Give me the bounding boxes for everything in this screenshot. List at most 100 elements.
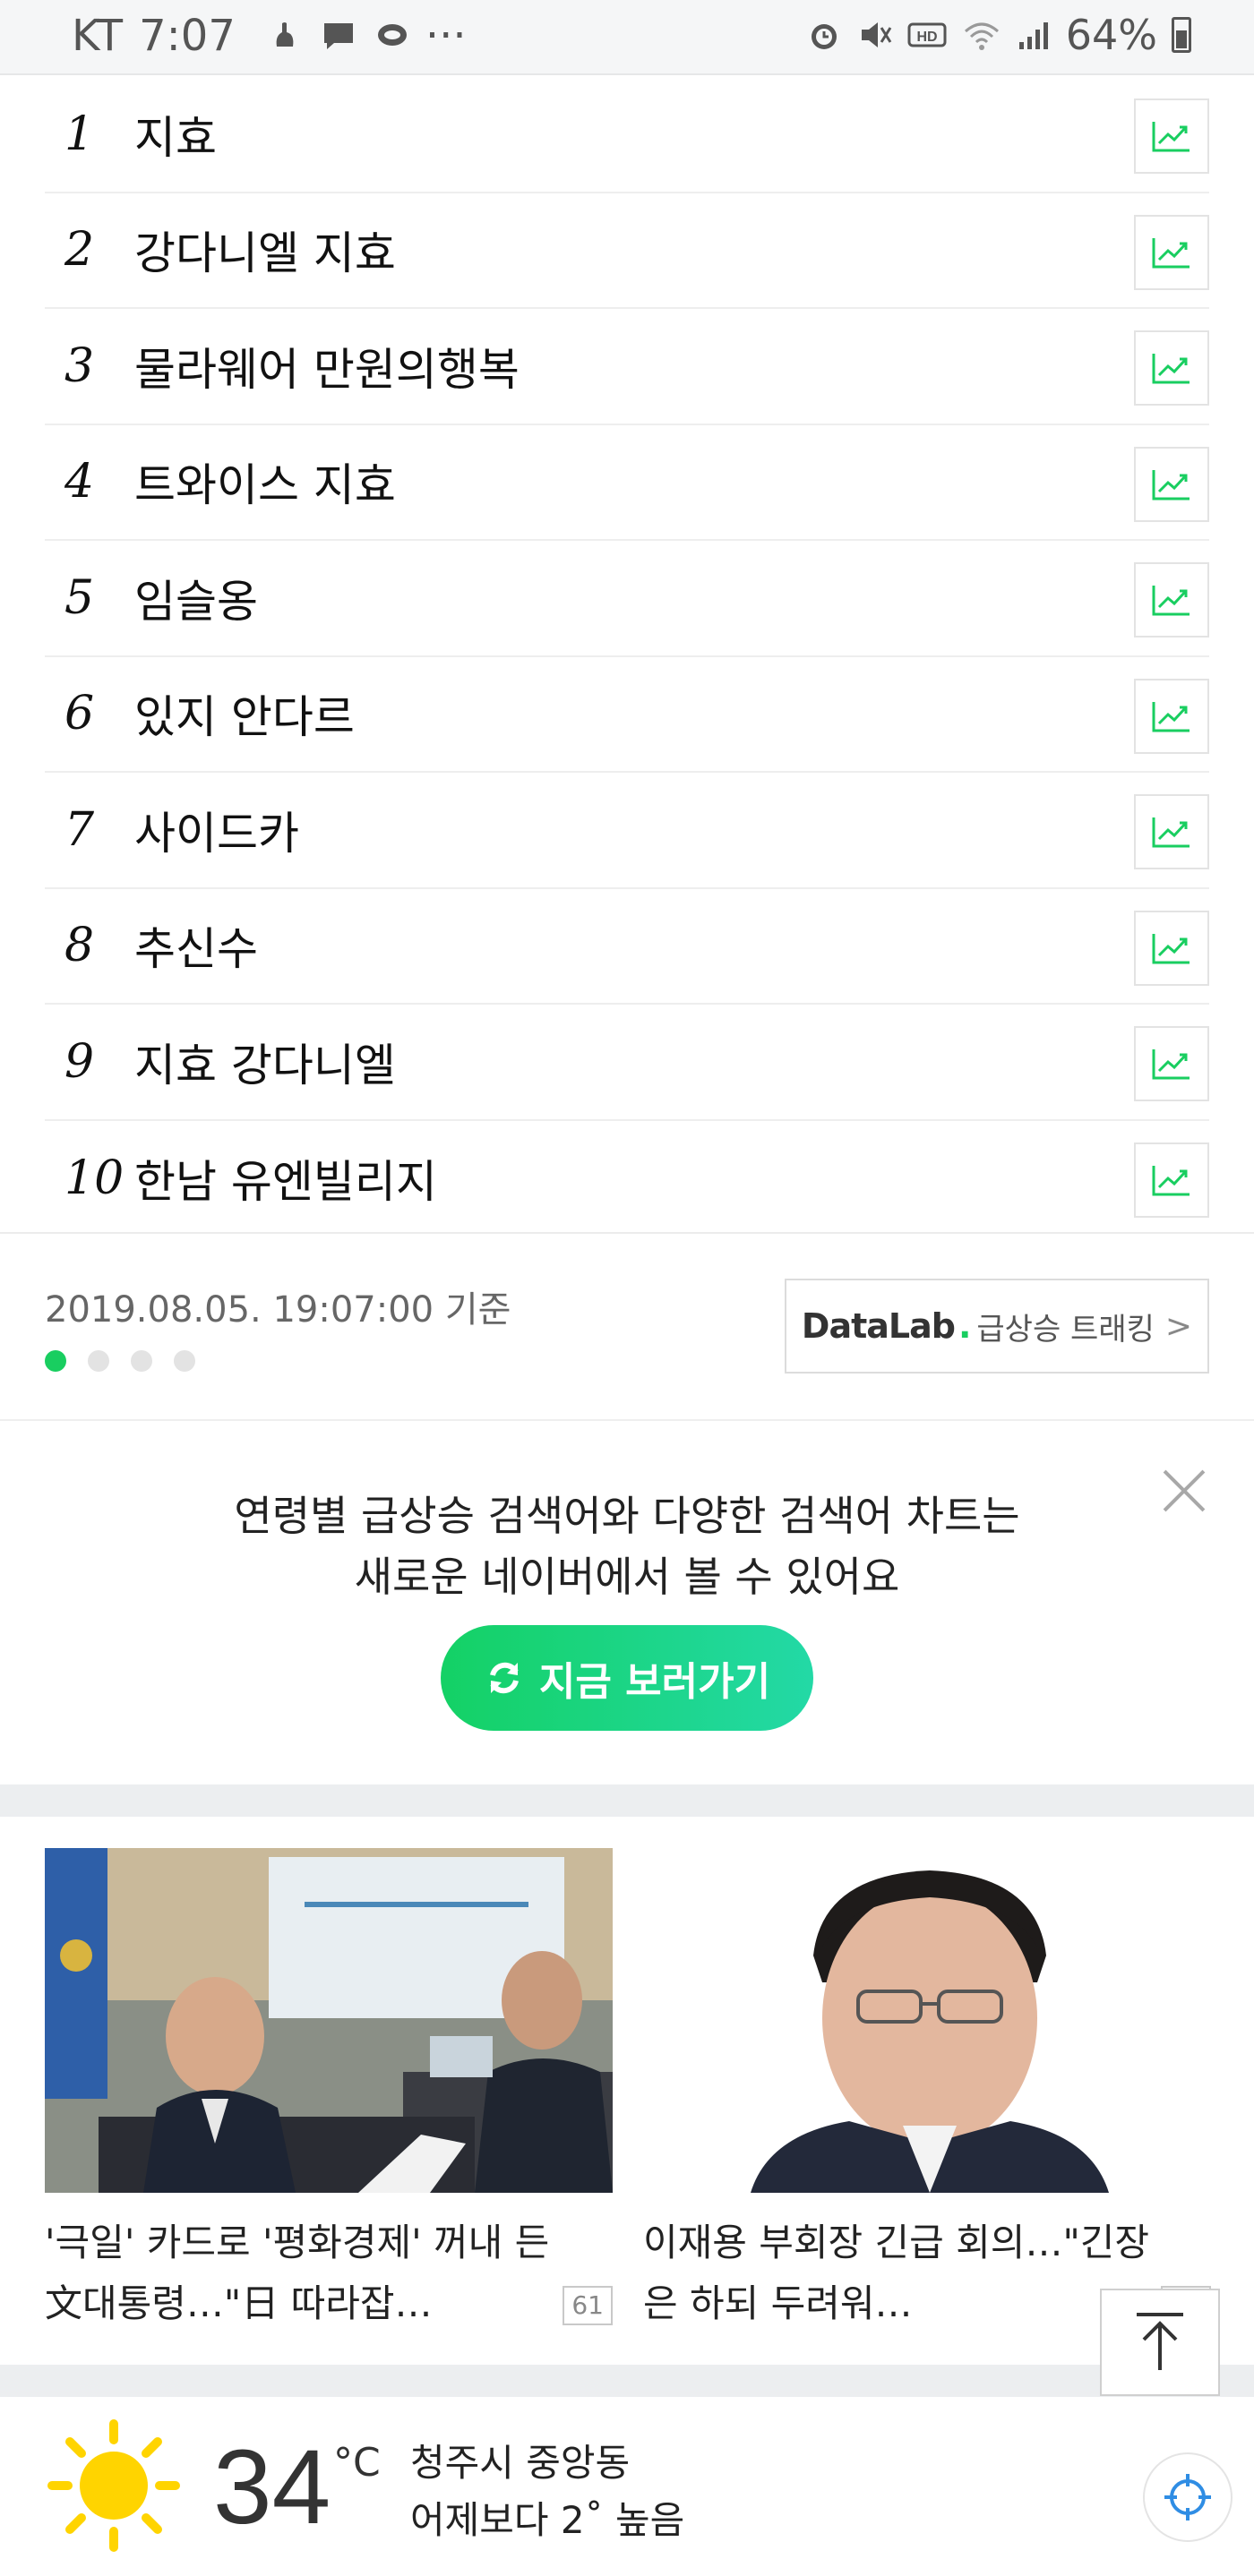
datalab-brand: DataLab [801,1306,956,1346]
weather-comparison: 어제보다 2˚ 높음 [410,2498,685,2542]
news-title-text: '극일' 카드로 '평화경제' 꺼내 든 文대통령…"日 따라잡… [45,2221,550,2325]
section-separator [0,1784,1254,1817]
rank-keyword[interactable]: 물라웨어 만원의행복 [134,334,1209,398]
news-card[interactable]: '극일' 카드로 '평화경제' 꺼내 든 文대통령…"日 따라잡… 61 [45,1848,613,2334]
ranking-row[interactable]: 2 강다니엘 지효 [45,193,1209,309]
rank-number: 7 [64,802,95,857]
pagination-dots [45,1350,195,1372]
notification-icons [268,20,409,52]
temperature-value: 34 [213,2428,331,2546]
news-title-text: 이재용 부회장 긴급 회의…"긴장은 하되 두려워… [643,2221,1150,2325]
rank-keyword[interactable]: 사이드카 [134,798,1209,862]
crosshair-icon [1164,2474,1211,2520]
status-left: KT 7:07 ··· [72,11,467,61]
trend-chart-icon [1152,701,1190,732]
trend-chart-button[interactable] [1134,1142,1209,1218]
trend-chart-button[interactable] [1134,1026,1209,1101]
promo-panel: 연령별 급상승 검색어와 다양한 검색어 차트는 새로운 네이버에서 볼 수 있… [0,1421,1254,1784]
divider [0,1232,1254,1234]
rank-keyword[interactable]: 한남 유엔빌리지 [134,1146,1209,1211]
trend-chart-button[interactable] [1134,330,1209,406]
datalab-trend-tracking-button[interactable]: DataLab. 급상승 트래킹 > [785,1279,1209,1374]
promo-text-line1: 연령별 급상승 검색어와 다양한 검색어 차트는 [234,1492,1020,1540]
mute-icon [861,22,892,47]
news-thumbnail-portrait[interactable] [643,1848,1211,2193]
sunny-icon [47,2419,180,2552]
current-location-button[interactable] [1143,2452,1233,2542]
trend-chart-button[interactable] [1134,794,1209,869]
rank-keyword[interactable]: 있지 안다르 [134,681,1209,746]
promo-text-line2: 새로운 네이버에서 볼 수 있어요 [354,1553,900,1601]
close-icon[interactable] [1159,1466,1209,1516]
trend-chart-button[interactable] [1134,910,1209,986]
trend-chart-button[interactable] [1134,214,1209,290]
pagination-dot[interactable] [131,1350,152,1372]
gesture-icon [276,22,294,47]
rank-number: 8 [64,919,95,973]
alarm-icon [811,24,837,49]
signal-icon [1018,22,1048,49]
datalab-label: 급상승 트래킹 [976,1311,1155,1348]
rank-keyword[interactable]: 임슬옹 [134,566,1209,630]
ranking-row[interactable]: 7 사이드카 [45,773,1209,889]
weather-location: 청주시 중앙동 [410,2441,631,2485]
battery-percent: 64% [1065,11,1157,59]
rank-number: 3 [64,338,95,393]
temperature-unit: °C [333,2440,381,2486]
ranking-row[interactable]: 5 임슬옹 [45,541,1209,657]
rank-keyword[interactable]: 지효 강다니엘 [134,1030,1209,1094]
section-separator [0,2365,1254,2397]
pagination-dot[interactable] [174,1350,195,1372]
message-icon [323,23,353,49]
scroll-to-top-button[interactable] [1100,2289,1220,2396]
ranking-row[interactable]: 1 지효 [45,77,1209,193]
rank-number: 5 [64,570,95,625]
trend-chart-icon [1152,1165,1190,1195]
pagination-dot[interactable] [45,1350,66,1372]
news-thumbnail-meeting[interactable] [45,1848,613,2193]
chat-icon [377,24,407,46]
ranking-row[interactable]: 8 추신수 [45,889,1209,1005]
datalab-dot: . [958,1306,972,1346]
trend-chart-icon [1152,1049,1190,1080]
rank-keyword[interactable]: 추신수 [134,913,1209,978]
go-now-label: 지금 보러가기 [538,1659,771,1705]
ranking-row[interactable]: 6 있지 안다르 [45,657,1209,773]
wifi-icon [964,22,999,50]
ranking-row[interactable]: 3 물라웨어 만원의행복 [45,309,1209,425]
trend-chart-icon [1152,354,1190,384]
arrow-up-icon [1137,2313,1183,2370]
ranking-row[interactable]: 4 트와이스 지효 [45,425,1209,541]
rank-number: 6 [64,687,95,741]
weather-widget[interactable]: 34 °C 청주시 중앙동 어제보다 2˚ 높음 [0,2397,1254,2576]
trend-chart-button[interactable] [1134,446,1209,522]
trend-chart-button[interactable] [1134,562,1209,638]
trend-chart-button[interactable] [1134,678,1209,754]
hd-icon: HD [907,22,947,47]
trend-chart-icon [1152,586,1190,616]
rank-number: 1 [64,107,95,161]
realtime-search-ranking: 1 지효 2 강다니엘 지효 3 물라웨어 만원의행복 4 트와이스 지효 5 임슬옹 6 있지 안다… [45,77,1209,1237]
carrier-label: KT [72,11,124,61]
more-notifications: ··· [425,11,467,61]
rank-keyword[interactable]: 지효 [134,102,1209,167]
go-now-button[interactable]: 지금 보러가기 [441,1625,813,1731]
rank-number: 2 [64,223,95,278]
ranking-row[interactable]: 9 지효 강다니엘 [45,1005,1209,1121]
svg-text:HD: HD [916,30,937,45]
ranking-row[interactable]: 10 한남 유엔빌리지 [45,1121,1209,1237]
comment-count-badge[interactable]: 61 [563,2286,613,2325]
status-right: HD 64% [806,11,1191,59]
chevron-right-icon: > [1164,1307,1193,1345]
rank-number: 10 [64,1151,125,1206]
news-card[interactable]: 이재용 부회장 긴급 회의…"긴장은 하되 두려워… 40 [643,1848,1211,2334]
clock: 7:07 [139,11,236,61]
rank-keyword[interactable]: 트와이스 지효 [134,449,1209,514]
refresh-icon [489,1662,519,1694]
rank-number: 4 [64,455,95,509]
pagination-dot[interactable] [88,1350,109,1372]
news-title[interactable]: '극일' 카드로 '평화경제' 꺼내 든 文대통령…"日 따라잡… 61 [45,2212,613,2334]
rank-keyword[interactable]: 강다니엘 지효 [134,218,1209,282]
trend-chart-button[interactable] [1134,98,1209,174]
news-section: '극일' 카드로 '평화경제' 꺼내 든 文대통령…"日 따라잡… 61 이재용… [0,1817,1254,2365]
